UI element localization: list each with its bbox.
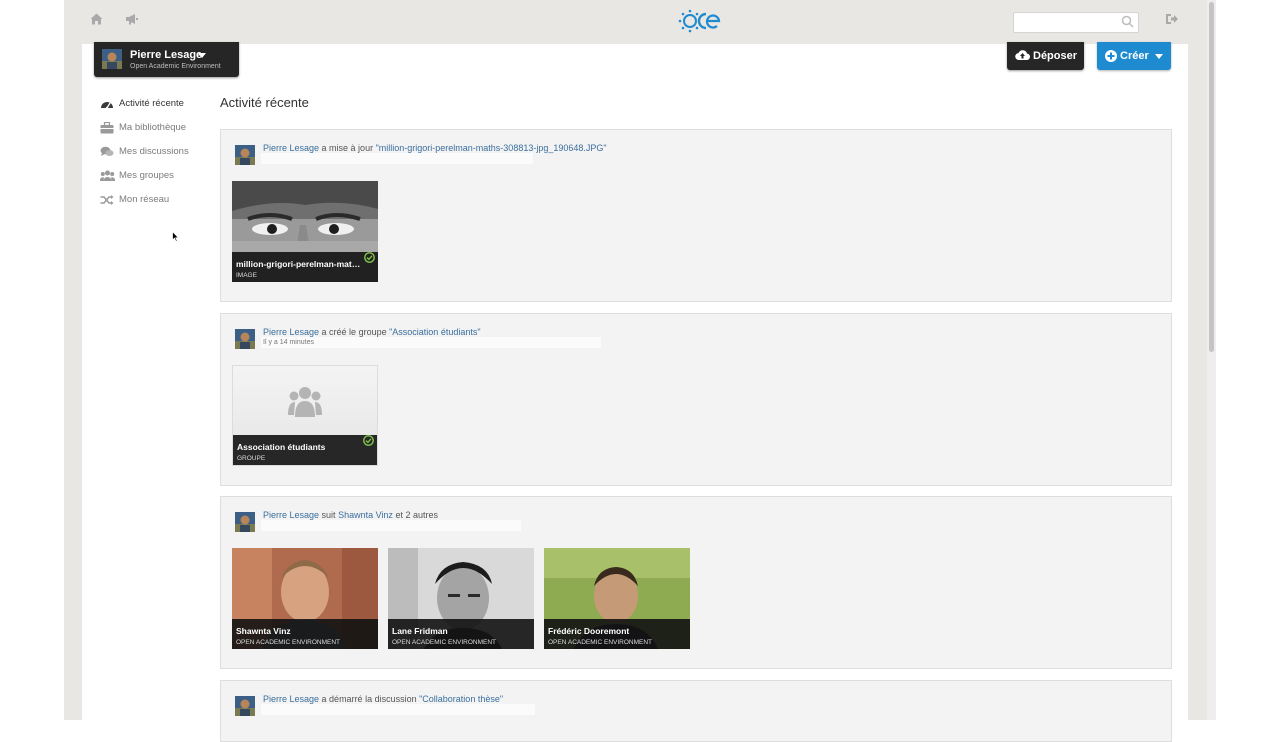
group-thumbnail[interactable]: Association étudiants GROUPE [232,365,378,466]
object-link[interactable]: "Association étudiants" [389,327,480,337]
thumbnail-title: Frédéric Dooremont [548,626,630,636]
tenant-name: Open Academic Environment [130,63,221,70]
upload-button[interactable]: Déposer [1007,42,1084,70]
create-label: Créer [1120,50,1149,62]
content-thumbnail[interactable]: million-grigori-perelman-maths-308813-jp… [232,181,378,282]
briefcase-icon [100,121,114,139]
actor-link[interactable]: Pierre Lesage [263,143,319,153]
random-icon [100,193,114,211]
nav-item-my-groups[interactable]: Mes groupes [99,167,210,187]
plus-circle-icon [1105,50,1117,65]
group-icon [288,386,322,423]
thumbnail-type: GROUPE [237,455,266,462]
nav-item-my-discussions[interactable]: Mes discussions [100,143,210,161]
search-icon[interactable] [1121,15,1134,33]
check-circle-icon [363,433,374,451]
avatar[interactable] [235,696,255,716]
chevron-down-icon [198,53,206,58]
avatar[interactable] [235,512,255,532]
user-thumbnail[interactable]: Lane Fridman OPEN ACADEMIC ENVIRONMENT [388,548,534,649]
chevron-down-icon [1155,54,1163,59]
actor-link[interactable]: Pierre Lesage [263,327,319,337]
dashboard-icon [100,97,114,115]
activity-item: Pierre Lesage suit Shawnta Vinz et 2 aut… [220,496,1172,669]
sign-out-icon[interactable] [1165,12,1179,30]
nav-label: Ma bibliothèque [119,122,187,133]
activity-suffix: et 2 autres [392,510,438,520]
check-circle-icon [364,250,375,268]
avatar[interactable] [235,145,255,165]
nav-label: Mon réseau [119,194,170,205]
actor-link[interactable]: Pierre Lesage [263,510,319,520]
activity-summary: Pierre Lesage a mise à jour "million-gri… [263,143,607,153]
create-button[interactable]: Créer [1097,42,1171,70]
user-name: Pierre Lesage [130,49,203,61]
thumbnail-title: million-grigori-perelman-maths-308813-jp… [236,259,362,269]
activity-summary: Pierre Lesage a démarré la discussion "C… [263,694,503,704]
nav-item-my-library[interactable]: Ma bibliothèque [100,119,210,137]
comments-icon [100,145,114,163]
nav-item-recent-activity[interactable]: Activité récente [100,95,210,113]
activity-verb: a créé le groupe [319,327,390,337]
activity-summary: Pierre Lesage a créé le groupe "Associat… [263,327,481,337]
nav-label: Mes groupes [119,170,174,181]
object-link[interactable]: Shawnta Vinz [338,510,393,520]
home-icon[interactable] [90,12,103,30]
search-box[interactable] [1013,12,1139,33]
object-link[interactable]: "million-grigori-perelman-maths-308813-j… [376,143,607,153]
megaphone-icon[interactable] [125,12,139,30]
search-input[interactable] [1014,13,1122,33]
user-menu-button[interactable]: Pierre Lesage Open Academic Environment [94,42,239,77]
nav-item-my-network[interactable]: Mon réseau [100,191,210,209]
activity-summary: Pierre Lesage suit Shawnta Vinz et 2 aut… [263,510,438,520]
user-thumbnail[interactable]: Shawnta Vinz OPEN ACADEMIC ENVIRONMENT [232,548,378,649]
thumbnail-type: IMAGE [236,272,257,279]
actor-link[interactable]: Pierre Lesage [263,694,319,704]
cloud-upload-icon [1015,49,1031,64]
placeholder-bar [261,153,533,164]
thumbnail-title: Shawnta Vinz [236,626,291,636]
scrollbar-thumb[interactable] [1209,2,1214,352]
user-thumbnail[interactable]: Frédéric Dooremont OPEN ACADEMIC ENVIRON… [544,548,690,649]
activity-timestamp: Il y a 14 minutes [263,339,314,346]
avatar [102,49,122,69]
mouse-cursor-icon [172,230,180,248]
thumbnail-title: Lane Fridman [392,626,448,636]
avatar[interactable] [235,329,255,349]
activity-item: Pierre Lesage a démarré la discussion "C… [220,680,1172,742]
placeholder-bar [261,704,535,715]
upload-label: Déposer [1033,50,1078,62]
activity-verb: suit [319,510,339,520]
top-bar [64,0,1207,42]
placeholder-bar [261,520,521,531]
activity-verb: a mise à jour [319,143,376,153]
activity-item: Pierre Lesage a mise à jour "million-gri… [220,129,1172,302]
object-link[interactable]: "Collaboration thèse" [419,694,503,704]
thumbnail-title: Association étudiants [237,442,326,452]
activity-item: Pierre Lesage a créé le groupe "Associat… [220,313,1172,486]
oae-logo[interactable] [678,9,722,38]
thumbnail-type: OPEN ACADEMIC ENVIRONMENT [392,639,497,646]
group-icon [99,169,116,187]
nav-label: Mes discussions [119,146,189,157]
page-title: Activité récente [220,95,309,110]
thumbnail-type: OPEN ACADEMIC ENVIRONMENT [236,639,341,646]
nav-label: Activité récente [119,98,184,109]
activity-verb: a démarré la discussion [319,694,420,704]
thumbnail-type: OPEN ACADEMIC ENVIRONMENT [548,639,653,646]
